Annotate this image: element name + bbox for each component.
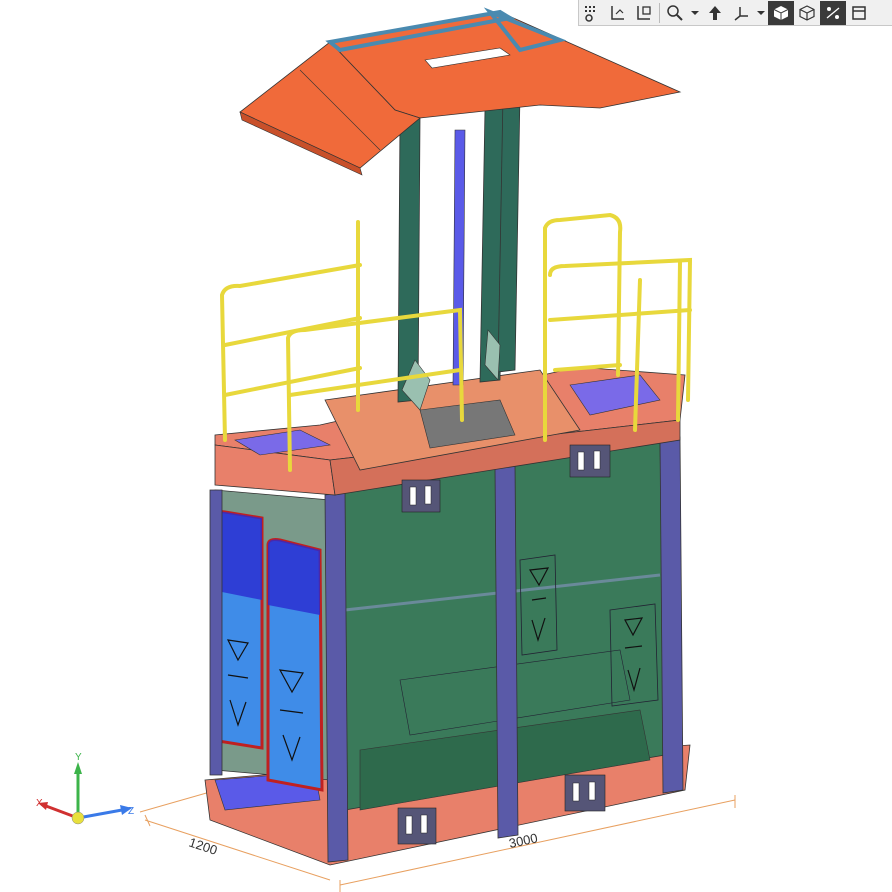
triad-z-label: Z [128,806,134,817]
triad-x-label: X [36,798,43,809]
triad-y-label: Y [75,752,82,763]
z-axis-icon [77,808,123,820]
coordinate-triad: Y X Z [36,752,134,825]
depth-dimension-label: 1200 [187,835,219,858]
3d-viewport[interactable]: 3000 1200 Y X Z [0,0,892,892]
